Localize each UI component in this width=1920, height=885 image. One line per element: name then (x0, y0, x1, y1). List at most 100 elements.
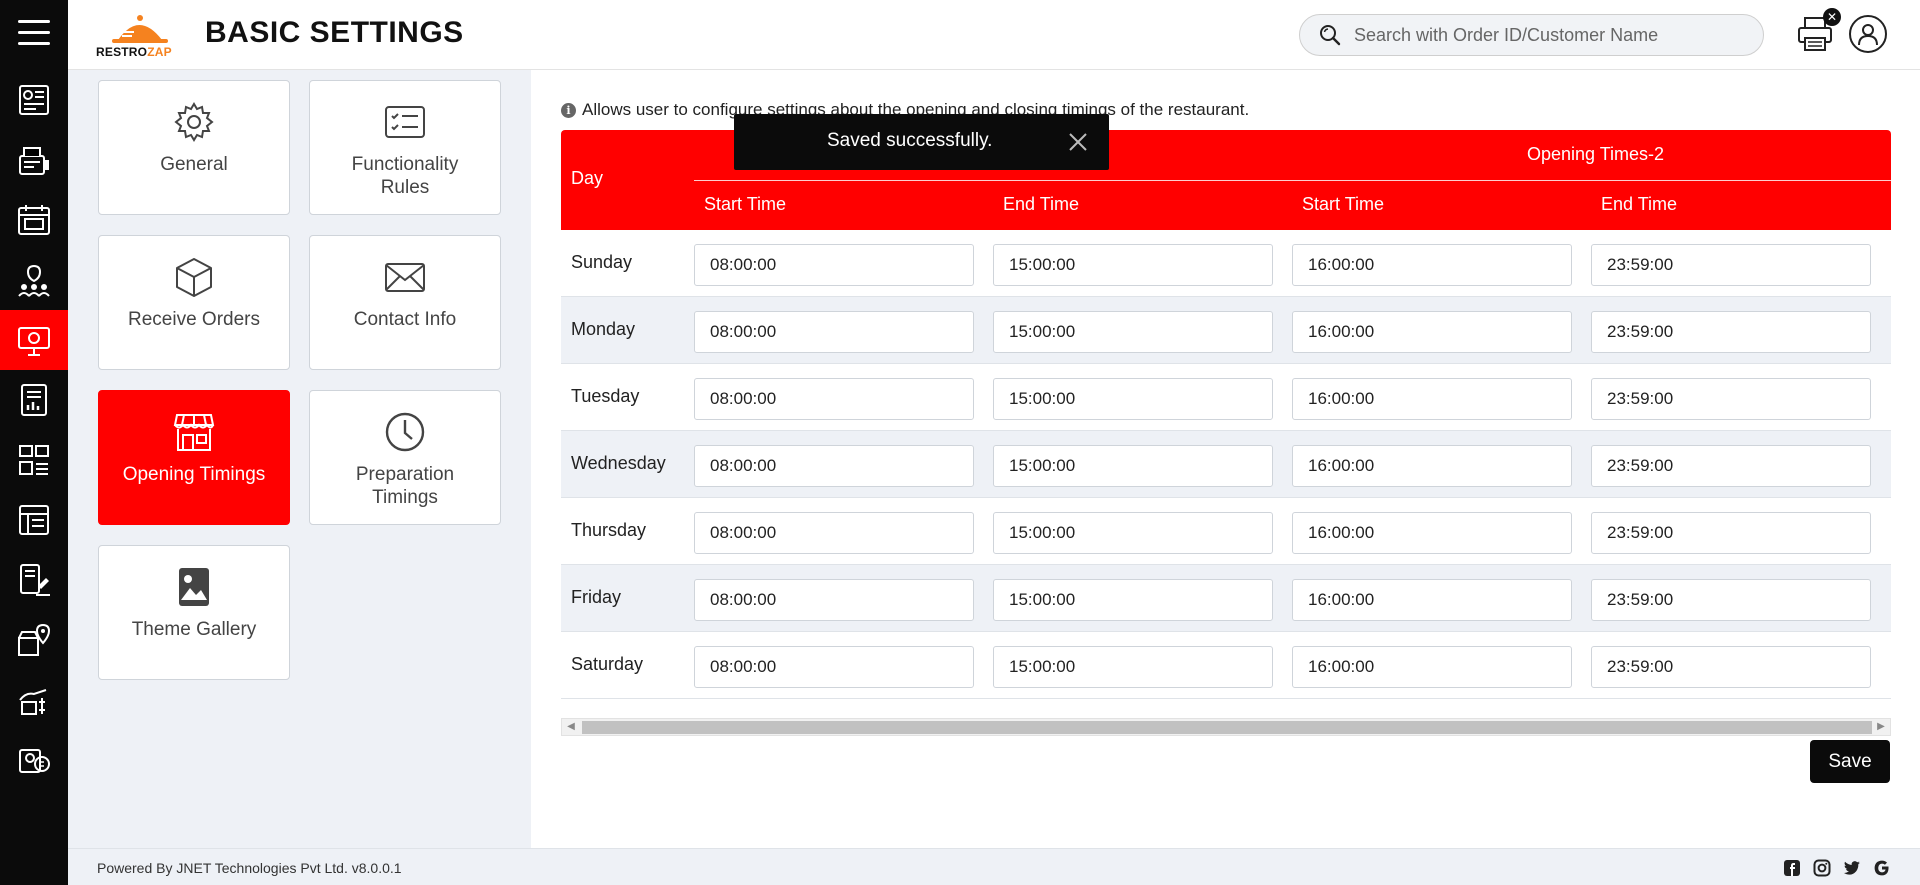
tile-label: Theme Gallery (131, 619, 257, 640)
instagram-icon[interactable] (1812, 858, 1832, 878)
time-input[interactable] (1292, 512, 1572, 554)
success-toast: Saved successfully. (734, 114, 1109, 170)
horizontal-scrollbar[interactable]: ◀ ▶ (561, 718, 1891, 736)
menu-builder-icon (19, 505, 49, 535)
customers-icon (18, 264, 50, 297)
rail-item-pos[interactable] (0, 130, 68, 190)
time-input[interactable] (694, 579, 974, 621)
table-row: Wednesday (561, 431, 1891, 498)
copyright-text: Powered By JNET Technologies Pvt Ltd. v8… (97, 860, 402, 876)
facebook-icon[interactable] (1782, 858, 1802, 878)
day-cell: Tuesday (571, 386, 640, 406)
gear-icon (174, 102, 214, 142)
day-cell: Saturday (571, 654, 644, 674)
table-row: Tuesday (561, 364, 1891, 431)
day-column-header: Day (571, 168, 604, 188)
table-row: Monday (561, 297, 1891, 364)
time-input[interactable] (1591, 378, 1871, 420)
time-input[interactable] (694, 445, 974, 487)
day-cell: Thursday (571, 520, 647, 540)
start-time-header-1: Start Time (704, 194, 787, 214)
rail-item-settings-monitor[interactable] (0, 310, 68, 370)
payments-icon (19, 689, 47, 715)
time-input[interactable] (1591, 579, 1871, 621)
time-input[interactable] (694, 378, 974, 420)
tile-label: General (160, 154, 228, 175)
reports-icon (21, 384, 47, 416)
time-input[interactable] (1292, 579, 1572, 621)
rail-item-dashboard[interactable] (0, 70, 68, 130)
time-input[interactable] (1591, 311, 1871, 353)
time-input[interactable] (1292, 445, 1572, 487)
close-icon[interactable] (1064, 128, 1092, 156)
tile-preparation-timings[interactable]: Preparation Timings (309, 390, 501, 525)
time-input[interactable] (1292, 378, 1572, 420)
scroll-left-icon[interactable]: ◀ (564, 720, 578, 734)
calendar-icon (18, 205, 50, 235)
store-icon (173, 414, 215, 451)
tile-opening-timings[interactable]: Opening Timings (98, 390, 290, 525)
info-icon: i (561, 102, 576, 118)
time-input[interactable] (1591, 244, 1871, 286)
twitter-icon[interactable] (1842, 858, 1862, 878)
time-input[interactable] (694, 512, 974, 554)
time-input[interactable] (993, 646, 1273, 688)
start-time-header-2: Start Time (1302, 194, 1385, 214)
save-button[interactable]: Save (1810, 740, 1890, 783)
rail-item-menu-builder[interactable] (0, 490, 68, 550)
hamburger-menu-icon[interactable] (18, 20, 50, 48)
day-cell: Friday (571, 587, 622, 607)
tile-functionality-rules[interactable]: Functionality Rules (309, 80, 501, 215)
time-input[interactable] (1292, 646, 1572, 688)
rail-item-reports[interactable] (0, 370, 68, 430)
time-input[interactable] (993, 311, 1273, 353)
tile-label: Receive Orders (128, 309, 260, 330)
time-input[interactable] (694, 244, 974, 286)
time-input[interactable] (1591, 512, 1871, 554)
footer: Powered By JNET Technologies Pvt Ltd. v8… (68, 848, 1920, 885)
store-location-icon (18, 623, 51, 656)
rail-item-calendar[interactable] (0, 190, 68, 250)
toast-message: Saved successfully. (827, 130, 993, 151)
user-profile-button[interactable] (1849, 15, 1887, 53)
time-input[interactable] (993, 244, 1273, 286)
opening-times-2-header: Opening Times-2 (1527, 144, 1665, 164)
table-body: Sunday Monday Tuesday Wednesday Thursday Frid… (561, 230, 1891, 699)
tile-theme-gallery[interactable]: Theme Gallery (98, 545, 290, 680)
rail-item-payments[interactable] (0, 670, 68, 730)
rail-item-customers[interactable] (0, 250, 68, 310)
time-input[interactable] (1292, 244, 1572, 286)
time-input[interactable] (993, 445, 1273, 487)
time-input[interactable] (993, 579, 1273, 621)
dashboard-icon (19, 85, 49, 115)
rail-item-store-location[interactable] (0, 610, 68, 670)
tile-general[interactable]: General (98, 80, 290, 215)
page-title: BASIC SETTINGS (205, 16, 464, 49)
time-input[interactable] (1591, 646, 1871, 688)
rail-item-billing[interactable] (0, 730, 68, 790)
tile-contact-info[interactable]: Contact Info (309, 235, 501, 370)
time-input[interactable] (993, 378, 1273, 420)
scroll-right-icon[interactable]: ▶ (1874, 720, 1888, 734)
rail-item-orders[interactable] (0, 550, 68, 610)
time-input[interactable] (993, 512, 1273, 554)
rail-item-inventory[interactable] (0, 430, 68, 490)
inventory-icon (19, 445, 49, 475)
time-input[interactable] (694, 311, 974, 353)
tile-receive-orders[interactable]: Receive Orders (98, 235, 290, 370)
search-input[interactable] (1354, 24, 1754, 46)
scrollbar-thumb[interactable] (582, 721, 1872, 734)
time-input[interactable] (1591, 445, 1871, 487)
google-icon[interactable] (1872, 858, 1892, 878)
settings-monitor-icon (18, 327, 50, 356)
checklist-icon (385, 106, 425, 138)
time-input[interactable] (1292, 311, 1572, 353)
end-time-header-1: End Time (1003, 194, 1080, 214)
search-box[interactable] (1299, 14, 1764, 56)
time-input[interactable] (694, 646, 974, 688)
restrozap-logo[interactable]: RESTROZAP (96, 12, 186, 59)
search-icon (1320, 25, 1341, 46)
box-icon (176, 258, 212, 297)
printer-button[interactable]: ✕ (1795, 8, 1841, 54)
table-row: Saturday (561, 632, 1891, 699)
